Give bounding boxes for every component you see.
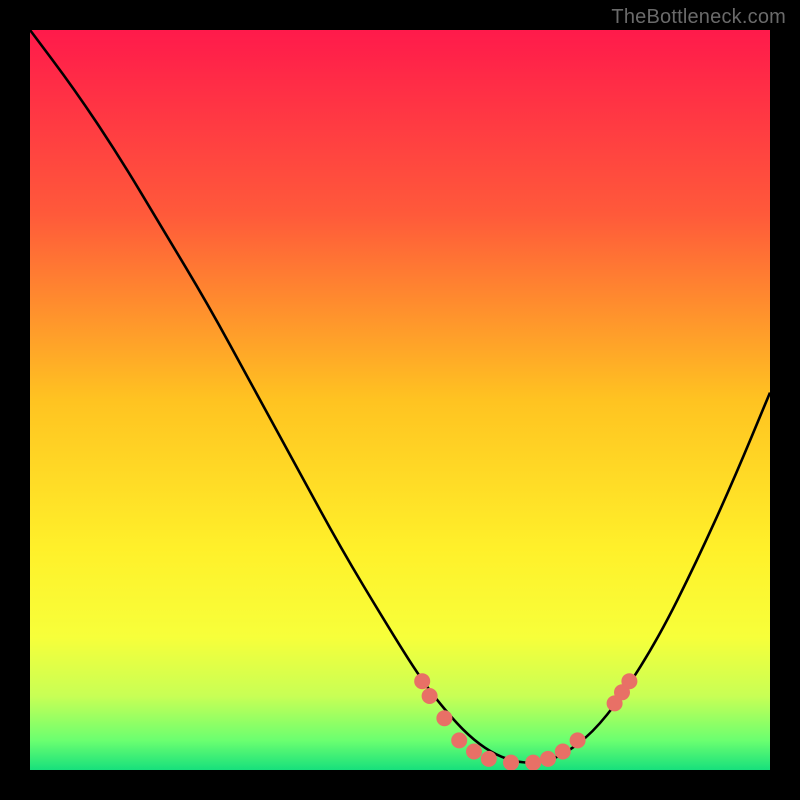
chart-background bbox=[30, 30, 770, 770]
highlight-dot bbox=[570, 732, 586, 748]
chart-canvas bbox=[30, 30, 770, 770]
highlight-dot bbox=[422, 688, 438, 704]
highlight-dot bbox=[503, 755, 519, 770]
highlight-dot bbox=[621, 673, 637, 689]
chart-svg bbox=[30, 30, 770, 770]
highlight-dot bbox=[481, 751, 497, 767]
highlight-dot bbox=[451, 732, 467, 748]
watermark-text: TheBottleneck.com bbox=[611, 6, 786, 29]
highlight-dot bbox=[414, 673, 430, 689]
highlight-dot bbox=[525, 755, 541, 770]
highlight-dot bbox=[540, 751, 556, 767]
highlight-dot bbox=[555, 744, 571, 760]
highlight-dot bbox=[466, 744, 482, 760]
highlight-dot bbox=[436, 710, 452, 726]
